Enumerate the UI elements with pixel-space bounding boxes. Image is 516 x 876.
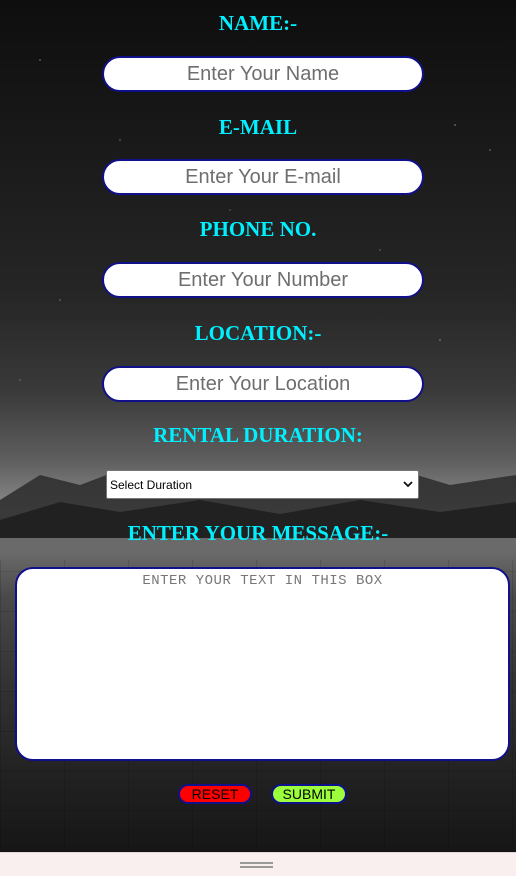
- email-label: E-MAIL: [218, 115, 298, 139]
- reset-button[interactable]: RESET: [178, 784, 252, 804]
- location-label: LOCATION:-: [194, 321, 322, 345]
- chevron-down-icon: [403, 479, 413, 491]
- phone-input[interactable]: [102, 262, 424, 298]
- browser-bottom-bar: [0, 852, 516, 876]
- name-input[interactable]: [102, 56, 424, 92]
- location-input[interactable]: [102, 366, 424, 402]
- drag-handle-icon[interactable]: [240, 862, 273, 868]
- duration-selected-value: Select Duration: [110, 477, 193, 492]
- submit-button[interactable]: SUBMIT: [271, 784, 347, 804]
- name-label: NAME:-: [218, 11, 298, 35]
- message-placeholder: ENTER YOUR TEXT IN THIS BOX: [142, 573, 383, 589]
- phone-label: PHONE NO.: [199, 217, 317, 241]
- message-textarea[interactable]: ENTER YOUR TEXT IN THIS BOX: [15, 567, 510, 761]
- duration-label: RENTAL DURATION:: [153, 423, 363, 447]
- duration-select[interactable]: Select Duration: [106, 470, 419, 499]
- email-input[interactable]: [102, 159, 424, 195]
- message-label: ENTER YOUR MESSAGE:-: [127, 521, 389, 545]
